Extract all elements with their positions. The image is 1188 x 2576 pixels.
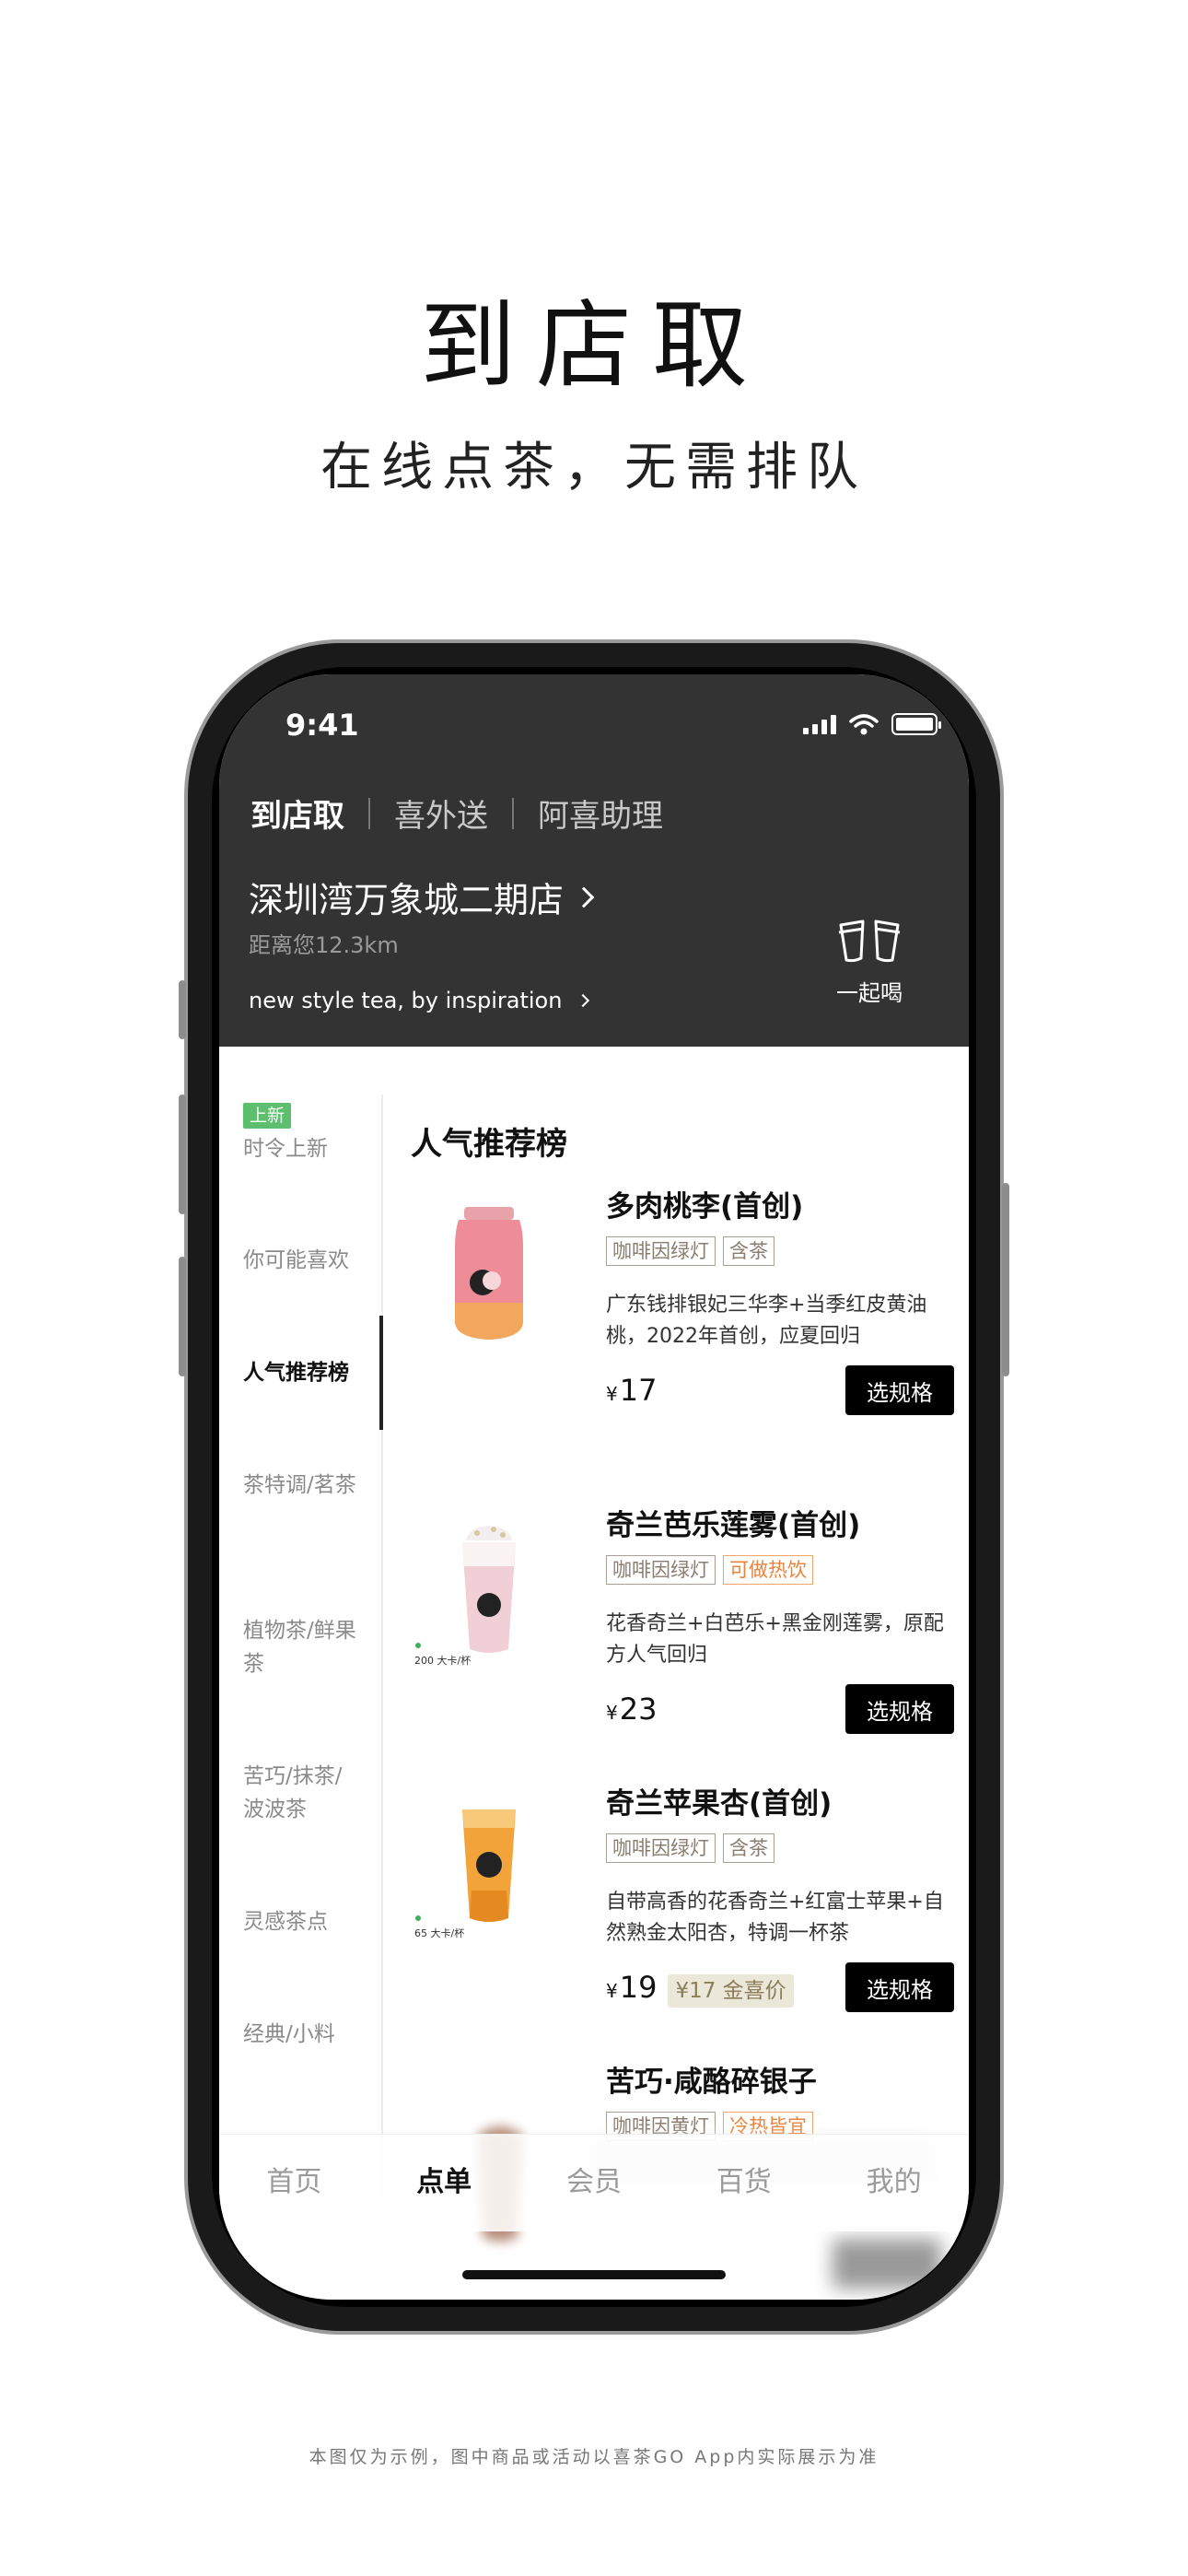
tab-pickup[interactable]: 到店取 (250, 790, 344, 836)
currency-symbol: ¥ (606, 1702, 618, 1724)
sidebar-item-snacks[interactable]: 灵感茶点 (243, 1905, 363, 1938)
sidebar-divider (381, 1095, 383, 2200)
product-image-guava-waxapple: 200 大卡/杯 (414, 1526, 516, 1667)
product-tag: 咖啡因绿灯 (606, 1555, 716, 1585)
product-image-apple-apricot: 65 大卡/杯 (414, 1809, 516, 1939)
new-badge: 上新 (243, 1103, 292, 1129)
tab-delivery[interactable]: 喜外送 (394, 790, 488, 836)
calorie-label: 200 大卡/杯 (414, 1654, 471, 1667)
blurred-button (833, 2239, 941, 2289)
sidebar-item-label: 时令上新 (243, 1137, 328, 1161)
wifi-icon (849, 714, 879, 735)
sidebar-item-special-tea[interactable]: 茶特调/茗茶 (243, 1469, 363, 1502)
status-time: 9:41 (285, 708, 359, 743)
slogan-text: new style tea, by inspiration (249, 988, 563, 1013)
calorie-label: 65 大卡/杯 (414, 1926, 464, 1939)
product-name: 奇兰芭乐莲雾(首创) (606, 1509, 861, 1542)
sidebar-item-seasonal[interactable]: 上新 时令上新 (243, 1098, 363, 1165)
drink-together-label: 一起喝 (836, 980, 903, 1006)
product-price: ¥ 17 (606, 1373, 657, 1408)
price-value: 23 (619, 1692, 658, 1727)
product-tags: 咖啡因绿灯 可做热饮 (606, 1555, 813, 1585)
store-name: 深圳湾万象城二期店 (249, 880, 565, 920)
product-tag: 咖啡因绿灯 (606, 1236, 716, 1266)
tab-profile[interactable]: 我的 (819, 2135, 969, 2231)
phone-power-button (1002, 1183, 1009, 1376)
drink-together-button[interactable]: 一起喝 (823, 916, 915, 1007)
product-tag: 咖啡因绿灯 (606, 1833, 716, 1863)
brand-slogan-link[interactable]: new style tea, by inspiration (249, 988, 590, 1013)
product-description: 广东钱排银妃三华李+当季红皮黄油桃，2022年首创，应夏回归 (606, 1294, 927, 1348)
app-screen: 9:41 到店取 喜外送 阿喜助理 深圳湾万象城二期店 距离您12.3km ne… (219, 674, 969, 2300)
currency-symbol: ¥ (606, 1383, 618, 1405)
sidebar-item-you-may-like[interactable]: 你可能喜欢 (243, 1244, 363, 1277)
chevron-right-icon (573, 886, 595, 907)
sidebar-item-cocoa-matcha[interactable]: 苦巧/抹茶/波波茶 (243, 1760, 363, 1826)
choose-spec-button[interactable]: 选规格 (845, 1684, 954, 1734)
battery-icon (891, 713, 941, 735)
phone-volume-down (179, 1257, 186, 1376)
two-cups-icon (838, 919, 901, 963)
store-distance: 距离您12.3km (249, 932, 399, 958)
hero-title: 到店取 (419, 289, 768, 402)
tab-assistant[interactable]: 阿喜助理 (538, 790, 663, 836)
member-price-badge: ¥17 金喜价 (668, 1974, 794, 2008)
tab-home[interactable]: 首页 (219, 2135, 369, 2231)
signal-icon (803, 714, 836, 734)
status-icons (803, 713, 941, 735)
choose-spec-button[interactable]: 选规格 (845, 1365, 954, 1415)
product-name: 苦巧·咸酪碎银子 (606, 2066, 817, 2099)
home-indicator[interactable] (462, 2270, 726, 2279)
product-tag-hot: 可做热饮 (723, 1555, 813, 1585)
product-name: 多肉桃李(首创) (606, 1190, 804, 1224)
phone-side-button (179, 980, 186, 1039)
product-tag: 含茶 (723, 1236, 775, 1266)
section-title: 人气推荐榜 (411, 1126, 567, 1163)
tab-divider (368, 797, 370, 829)
sidebar-item-classic[interactable]: 经典/小料 (243, 2018, 363, 2051)
disclaimer-footnote: 本图仅为示例，图中商品或活动以喜茶GO App内实际展示为准 (309, 2447, 879, 2467)
bottom-tab-bar: 首页 点单 会员 百货 我的 (219, 2134, 969, 2231)
product-card[interactable]: 65 大卡/杯 奇兰苹果杏(首创) 咖啡因绿灯 含茶 自带高香的花香奇兰+红富士… (411, 1780, 954, 2029)
phone-volume-up (179, 1095, 186, 1214)
tab-member[interactable]: 会员 (519, 2135, 670, 2231)
mode-tabs: 到店取 喜外送 阿喜助理 (250, 790, 663, 836)
sidebar-item-popular[interactable]: 人气推荐榜 (243, 1356, 363, 1389)
product-price: ¥ 23 (606, 1692, 657, 1727)
product-description: 自带高香的花香奇兰+红富士苹果+自然熟金太阳杏，特调一杯茶 (606, 1891, 944, 1945)
store-selector[interactable]: 深圳湾万象城二期店 (249, 872, 595, 922)
choose-spec-button[interactable]: 选规格 (845, 1962, 954, 2012)
product-tags: 咖啡因绿灯 含茶 (606, 1833, 775, 1863)
active-category-indicator (379, 1316, 383, 1430)
product-card[interactable]: 200 大卡/杯 奇兰芭乐莲雾(首创) 咖啡因绿灯 可做热饮 花香奇兰+白芭乐+… (411, 1502, 954, 1751)
product-image-peach-plum (455, 1207, 523, 1340)
product-tag: 含茶 (723, 1833, 775, 1863)
tab-order[interactable]: 点单 (369, 2135, 519, 2231)
product-description: 花香奇兰+白芭乐+黑金刚莲雾，原配方人气回归 (606, 1612, 944, 1667)
currency-symbol: ¥ (606, 1980, 618, 2002)
tab-shop[interactable]: 百货 (669, 2135, 819, 2231)
product-card[interactable]: 多肉桃李(首创) 咖啡因绿灯 含茶 广东钱排银妃三华李+当季红皮黄油桃，2022… (411, 1183, 954, 1432)
product-tags: 咖啡因绿灯 含茶 (606, 1236, 775, 1266)
hero-subtitle: 在线点茶，无需排队 (320, 438, 868, 498)
store-header: 9:41 到店取 喜外送 阿喜助理 深圳湾万象城二期店 距离您12.3km ne… (219, 674, 969, 1047)
price-value: 19 (619, 1970, 658, 2005)
product-price: ¥ 19 ¥17 金喜价 (606, 1970, 794, 2008)
price-value: 17 (619, 1373, 658, 1408)
chevron-right-icon (577, 993, 590, 1008)
tab-divider (512, 797, 514, 829)
sidebar-item-fruit-tea[interactable]: 植物茶/鲜果茶 (243, 1614, 363, 1680)
product-name: 奇兰苹果杏(首创) (606, 1787, 833, 1821)
